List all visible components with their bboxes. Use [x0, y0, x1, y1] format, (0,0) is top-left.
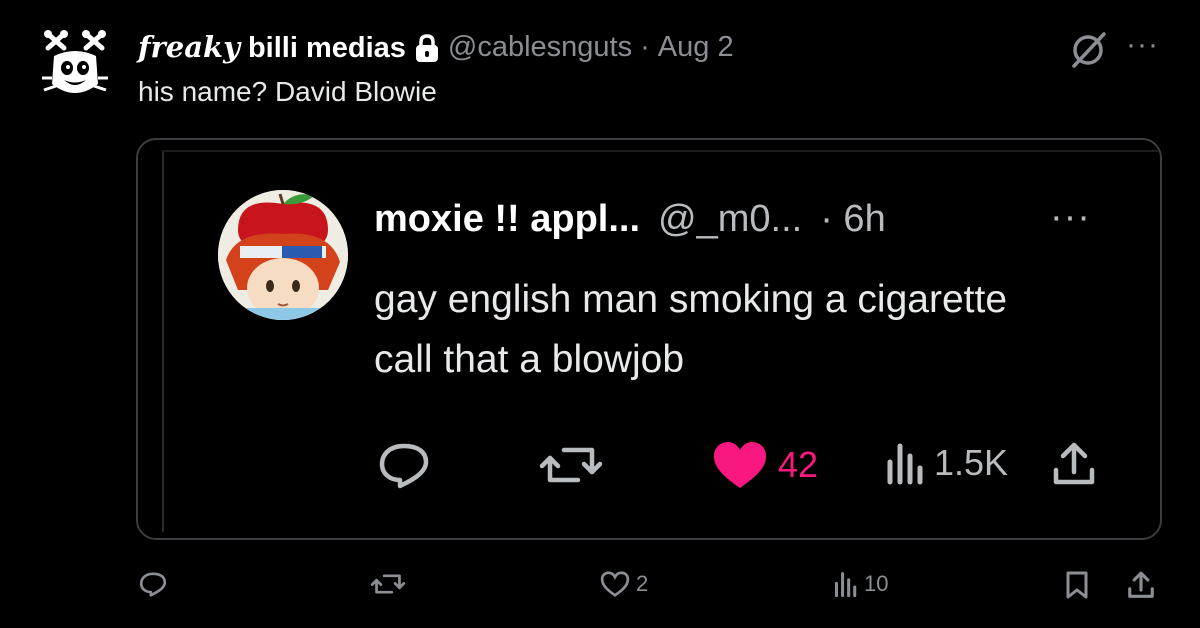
bookmark-button[interactable] — [1064, 570, 1090, 600]
quoted-reply-icon — [376, 440, 432, 490]
heart-filled-icon — [712, 440, 768, 490]
views-count: 10 — [864, 571, 889, 596]
heart-outline-icon — [600, 570, 630, 598]
quoted-time: · 6h — [820, 198, 886, 240]
quoted-views-count: 1.5K — [934, 442, 1009, 483]
quoted-author-name: moxie !! appl... — [374, 198, 641, 240]
tweet-date[interactable]: Aug 2 — [658, 31, 734, 64]
quoted-more-icon: ··· — [1050, 196, 1091, 238]
quoted-text: gay english man smoking a cigarette call… — [374, 278, 1008, 381]
views-icon — [832, 570, 858, 598]
author-name-fancy: freaky — [138, 30, 240, 64]
reply-icon — [138, 570, 168, 598]
quoted-share-icon — [1050, 440, 1098, 488]
views-icon — [884, 440, 924, 486]
like-count: 2 — [636, 571, 649, 596]
author-line: freaky billi medias @cablesnguts · Aug 2 — [138, 30, 734, 65]
image-edge-top — [162, 150, 1158, 152]
quoted-like: 42 — [712, 440, 818, 490]
share-button[interactable] — [1126, 570, 1156, 600]
author-display-name[interactable]: freaky billi medias — [138, 30, 406, 65]
quoted-avatar — [218, 190, 348, 320]
quoted-retweet-icon — [538, 440, 604, 490]
author-handle[interactable]: @cablesnguts — [448, 31, 632, 64]
author-name: billi medias — [247, 32, 406, 64]
quoted-views: 1.5K — [884, 440, 1008, 486]
views-button[interactable]: 10 — [832, 570, 888, 598]
bookmark-icon — [1064, 570, 1090, 600]
retweet-button[interactable] — [370, 570, 406, 598]
lock-icon — [414, 33, 440, 63]
quoted-author-line: moxie !! appl... @_m0... · 6h — [374, 198, 886, 241]
image-edge-line — [162, 150, 164, 532]
quoted-author-handle: @_m0... — [658, 198, 803, 240]
reply-button[interactable] — [138, 570, 168, 598]
quoted-like-count: 42 — [778, 444, 819, 485]
share-icon — [1126, 570, 1156, 600]
like-button[interactable]: 2 — [600, 570, 648, 598]
separator-dot: · — [640, 31, 650, 63]
more-options-button[interactable]: ··· — [1126, 28, 1159, 62]
tweet-text: his name? David Blowie — [138, 76, 437, 107]
author-avatar[interactable] — [38, 28, 112, 106]
retweet-icon — [370, 570, 406, 598]
grok-icon[interactable] — [1068, 30, 1108, 70]
